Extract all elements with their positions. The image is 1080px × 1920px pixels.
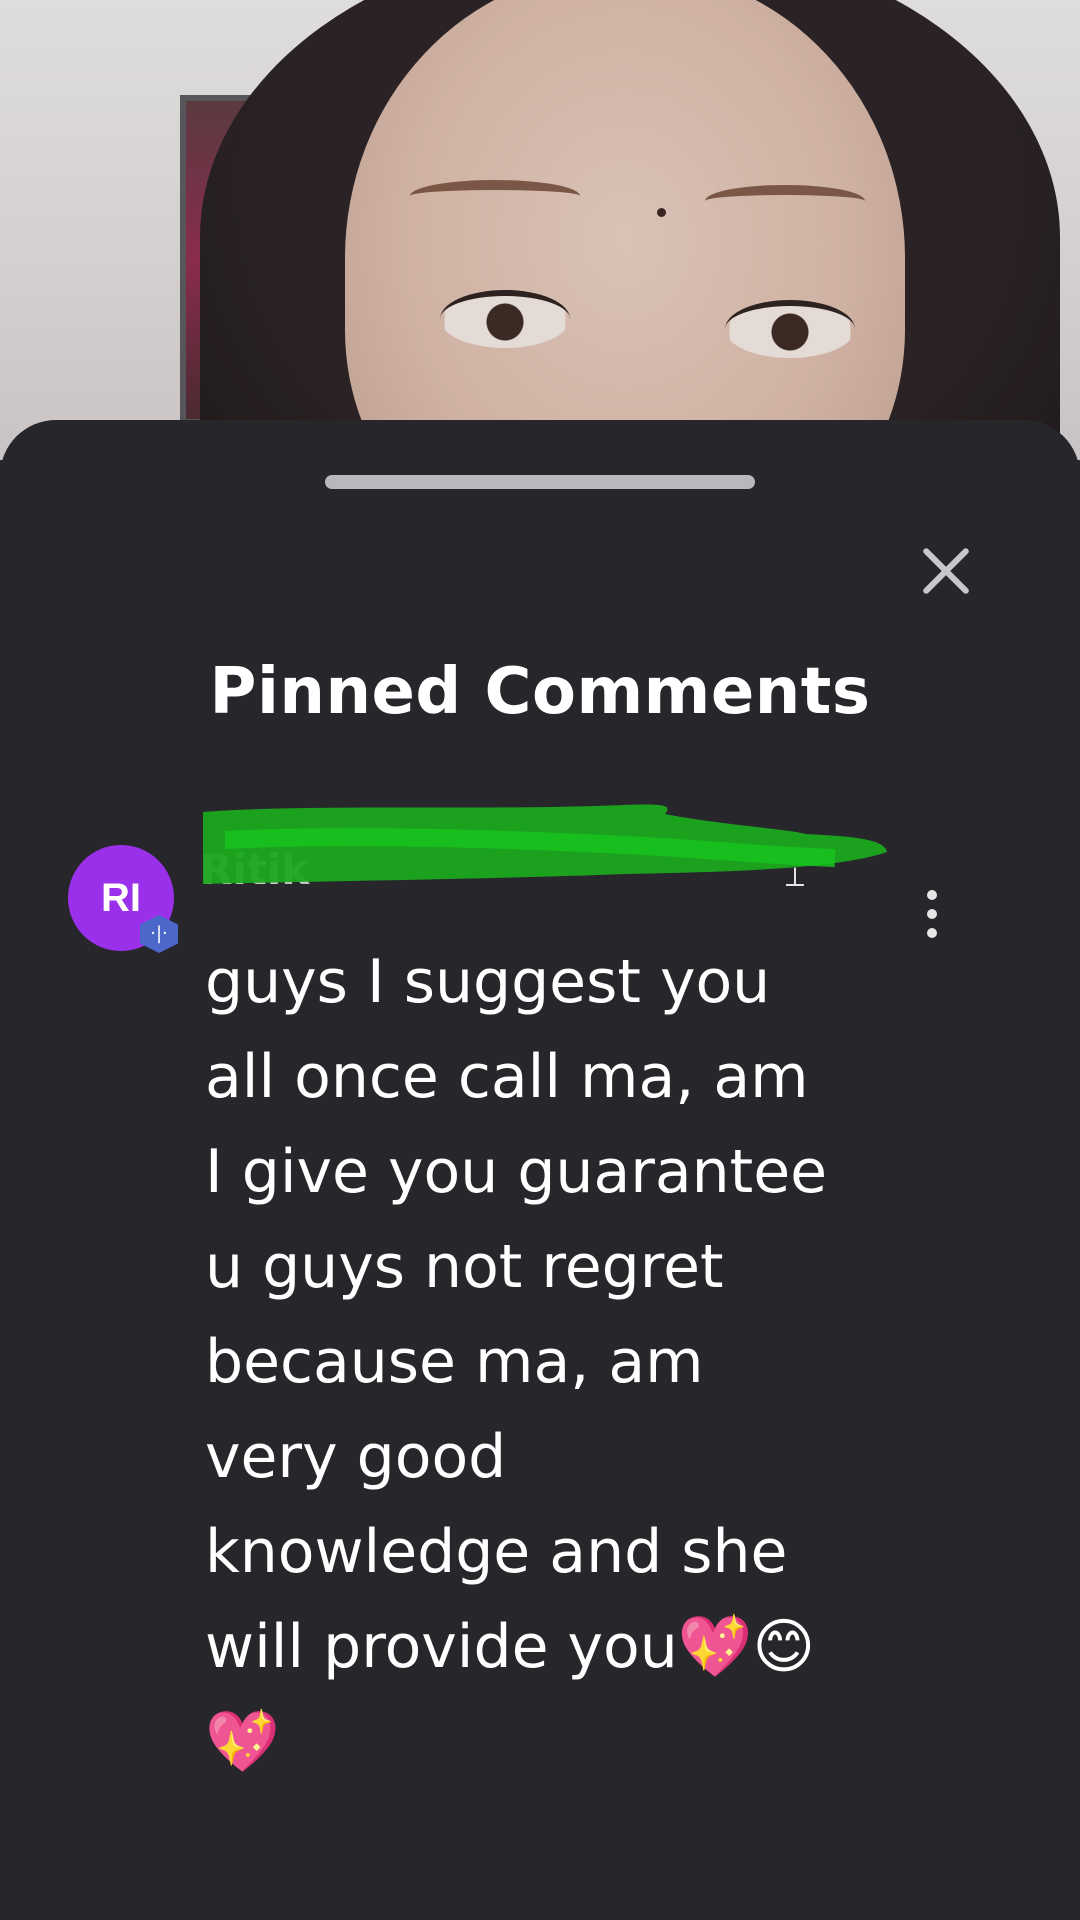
right-eyebrow (705, 185, 865, 217)
close-icon[interactable] (905, 530, 985, 610)
more-dot (927, 928, 937, 938)
bindi (657, 208, 666, 217)
left-eyebrow (410, 180, 580, 212)
left-eye (440, 290, 570, 348)
right-eye (725, 300, 855, 358)
person-face (345, 0, 905, 460)
more-dot (927, 890, 937, 900)
sheet-title: Pinned Comments (209, 655, 871, 729)
drag-handle[interactable] (325, 475, 755, 489)
more-dot (927, 909, 937, 919)
author-name[interactable]: Ritik (200, 840, 760, 900)
comment-text: guys I suggest you all once call ma, am … (205, 947, 828, 1777)
pin-icon: ⟂ (785, 860, 805, 893)
video-background (0, 0, 1080, 460)
more-vertical-icon[interactable] (912, 884, 952, 944)
